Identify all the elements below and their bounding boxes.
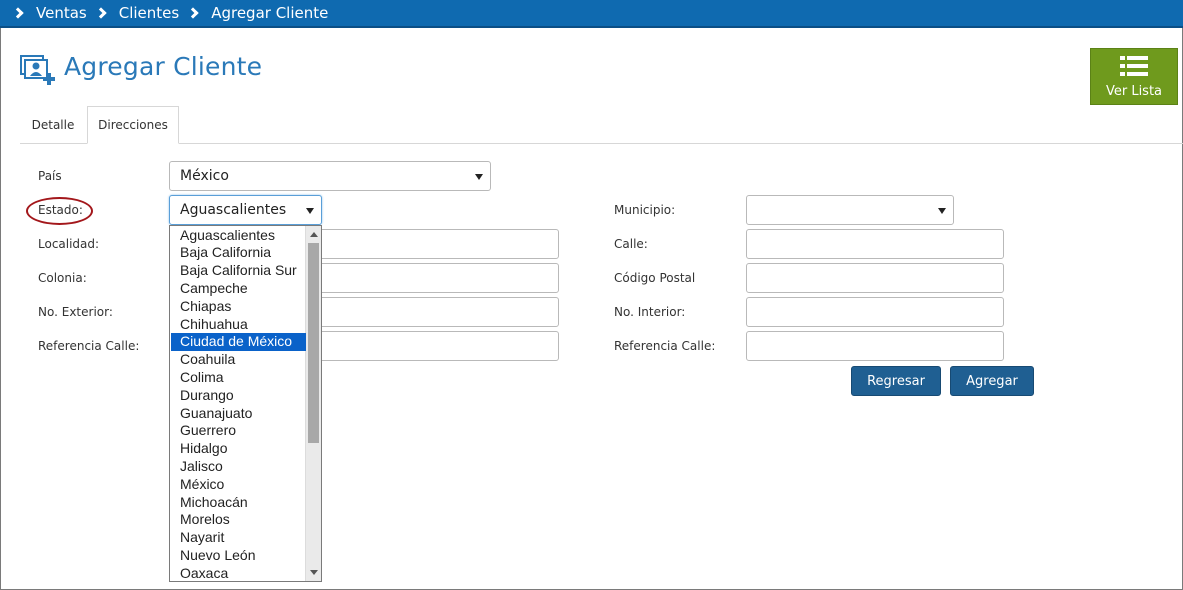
tabs-divider [20, 143, 1183, 144]
breadcrumb-agregar-cliente: Agregar Cliente [187, 4, 329, 22]
colonia-label: Colonia: [38, 271, 87, 285]
add-client-icon [20, 55, 55, 85]
tab-detalle[interactable]: Detalle [20, 106, 86, 144]
breadcrumb-label: Agregar Cliente [211, 4, 329, 22]
breadcrumb-ventas[interactable]: Ventas [12, 4, 87, 22]
no-interior-label: No. Interior: [614, 305, 686, 319]
estado-option[interactable]: Michoacán [170, 494, 306, 512]
estado-option[interactable]: Baja California Sur [170, 262, 306, 280]
ver-lista-button[interactable]: Ver Lista [1090, 48, 1178, 105]
estado-option[interactable]: Chihuahua [170, 316, 306, 334]
estado-option[interactable]: Morelos [170, 511, 306, 529]
list-icon [1120, 56, 1148, 76]
referencia-calle-label: Referencia Calle: [38, 339, 140, 353]
estado-option[interactable]: Guanajuato [170, 405, 306, 423]
estado-select[interactable]: Aguascalientes [169, 195, 322, 225]
agregar-button[interactable]: Agregar [950, 366, 1034, 396]
scroll-down-icon[interactable] [310, 570, 318, 575]
chevron-right-icon [95, 7, 107, 19]
scrollbar[interactable] [305, 226, 321, 581]
estado-value: Aguascalientes [180, 202, 287, 218]
ver-lista-label: Ver Lista [1105, 84, 1163, 99]
estado-option[interactable]: Colima [170, 369, 306, 387]
scroll-up-icon[interactable] [310, 232, 318, 237]
calle-label: Calle: [614, 237, 648, 251]
referencia-calle-right-input[interactable] [746, 331, 1004, 361]
caret-down-icon [306, 208, 314, 214]
estado-option[interactable]: Nayarit [170, 529, 306, 547]
estado-dropdown-list[interactable]: Aguascalientes Baja California Baja Califo… [169, 225, 322, 582]
estado-label: Estado: [38, 203, 83, 217]
no-interior-input[interactable] [746, 297, 1004, 327]
estado-option[interactable]: Nuevo León [170, 547, 306, 565]
municipio-select[interactable] [746, 195, 954, 225]
estado-option[interactable]: México [170, 476, 306, 494]
referencia-calle-right-label: Referencia Calle: [614, 339, 716, 353]
chevron-right-icon [12, 7, 24, 19]
tab-direcciones[interactable]: Direcciones [87, 106, 179, 144]
codigo-postal-input[interactable] [746, 263, 1004, 293]
pais-value: México [180, 168, 229, 184]
estado-option[interactable]: Chiapas [170, 298, 306, 316]
estado-option[interactable]: Jalisco [170, 458, 306, 476]
regresar-button[interactable]: Regresar [851, 366, 941, 396]
localidad-label: Localidad: [38, 237, 100, 251]
breadcrumb-label: Ventas [36, 4, 87, 22]
page-title: Agregar Cliente [64, 52, 263, 81]
municipio-label: Municipio: [614, 203, 676, 217]
no-exterior-label: No. Exterior: [38, 305, 113, 319]
estado-option[interactable]: Durango [170, 387, 306, 405]
estado-option[interactable]: Guerrero [170, 422, 306, 440]
codigo-postal-label: Código Postal [614, 271, 696, 285]
estado-option[interactable]: Coahuila [170, 351, 306, 369]
breadcrumb-label: Clientes [118, 4, 180, 22]
calle-input[interactable] [746, 229, 1004, 259]
estado-option[interactable]: Campeche [170, 280, 306, 298]
estado-option[interactable]: Hidalgo [170, 440, 306, 458]
scroll-thumb[interactable] [308, 243, 319, 443]
chevron-right-icon [187, 7, 199, 19]
estado-option[interactable]: Aguascalientes [170, 227, 306, 245]
caret-down-icon [475, 174, 483, 180]
breadcrumb-clientes[interactable]: Clientes [95, 4, 180, 22]
pais-label: País [38, 169, 62, 183]
pais-select[interactable]: México [169, 161, 491, 191]
caret-down-icon [938, 208, 946, 214]
breadcrumb: Ventas Clientes Agregar Cliente [0, 0, 1183, 28]
estado-option[interactable]: Oaxaca [170, 565, 306, 581]
estado-option[interactable]: Baja California [170, 244, 306, 262]
estado-option[interactable]: Ciudad de México [171, 333, 306, 352]
